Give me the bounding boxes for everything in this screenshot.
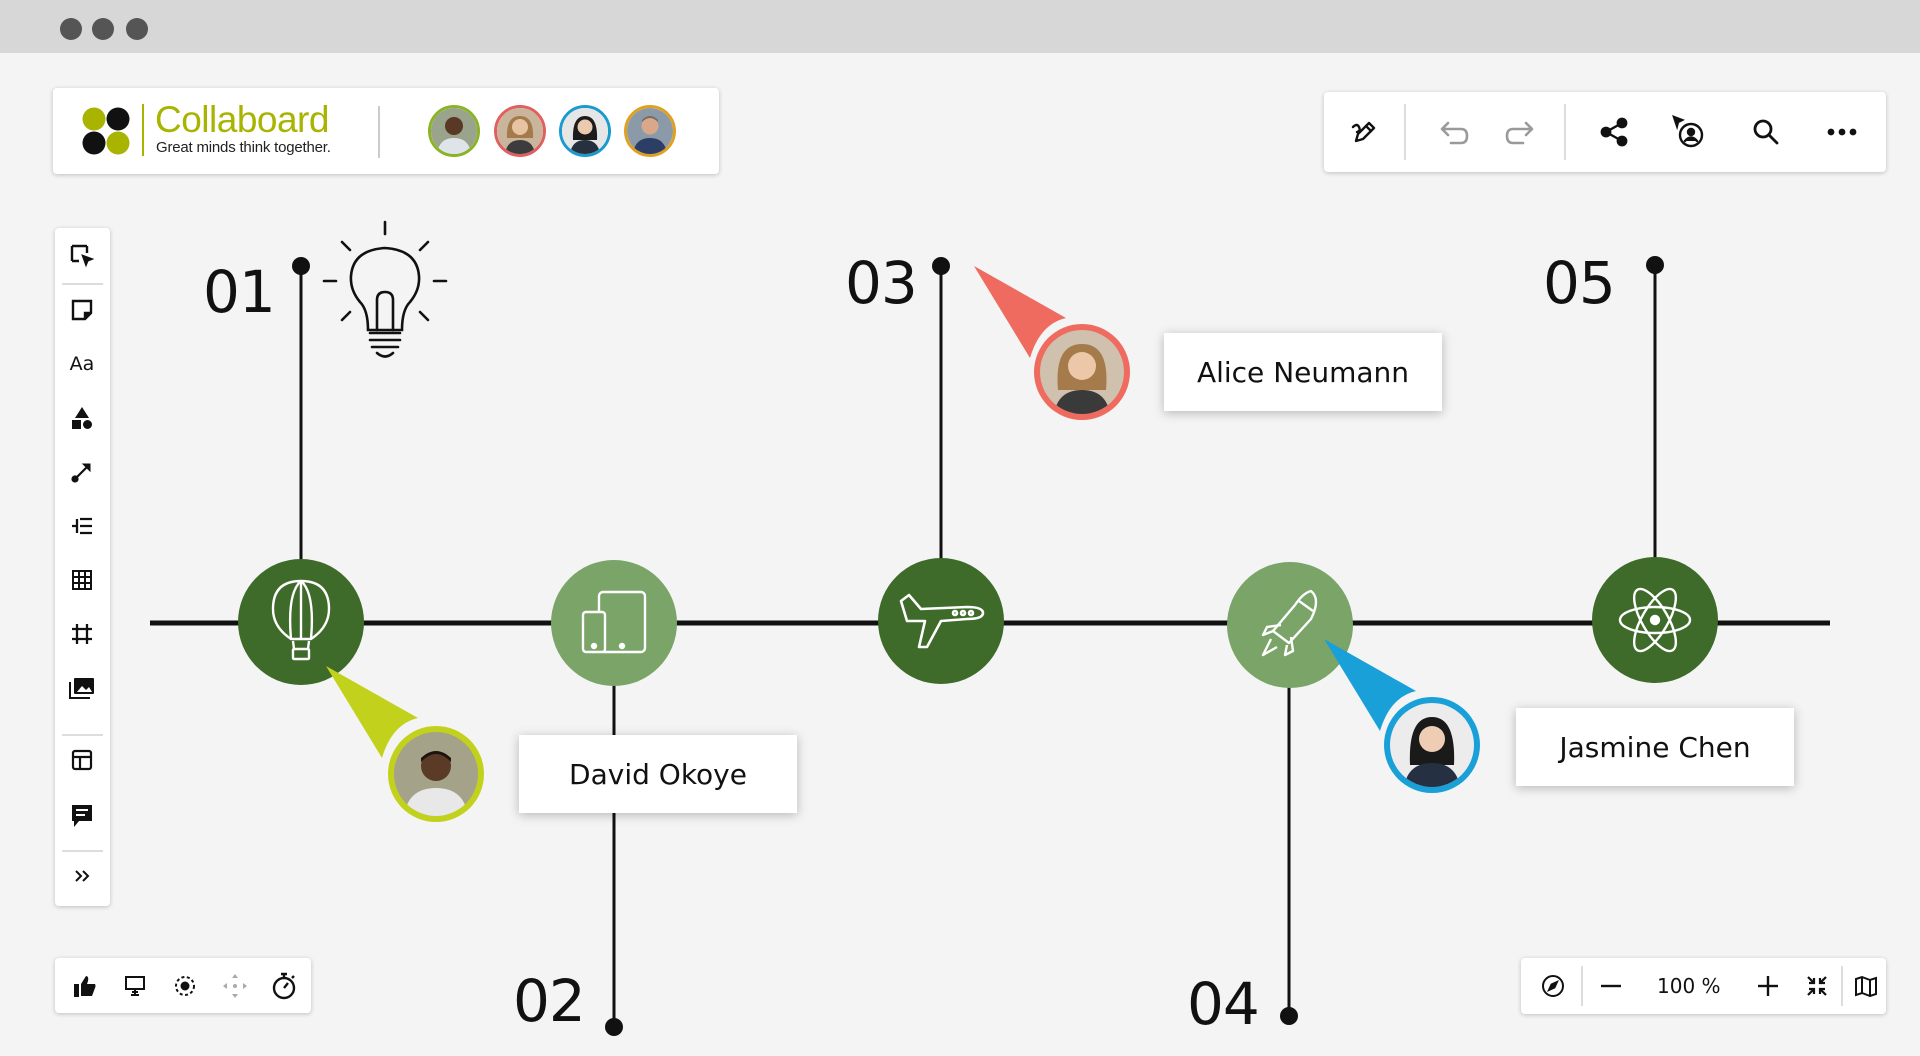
edit-icon[interactable] (1344, 112, 1384, 152)
search-icon[interactable] (1746, 112, 1786, 152)
window-dot-minimize[interactable] (92, 18, 114, 40)
window-titlebar (0, 0, 1920, 53)
collaborator-name-card: Alice Neumann (1164, 333, 1442, 411)
move-icon[interactable] (215, 966, 255, 1006)
window-dot-maximize[interactable] (126, 18, 148, 40)
follow-presenter-icon[interactable] (1669, 112, 1709, 152)
zoom-out-icon[interactable] (1591, 966, 1631, 1006)
comment-icon[interactable] (62, 798, 102, 834)
zoom-toolbar: 100 % (1521, 958, 1886, 1014)
window-dot-close[interactable] (60, 18, 82, 40)
collaborator-name: Alice Neumann (1196, 355, 1410, 389)
map-icon[interactable] (1846, 966, 1886, 1006)
step-number: 05 (1543, 249, 1616, 317)
undo-icon[interactable] (1432, 112, 1472, 152)
timeline-step-airplane[interactable] (878, 558, 1004, 684)
zoom-level: 100 % (1657, 974, 1721, 998)
header-brand-panel: Collaboard Great minds think together. (53, 88, 719, 174)
mindmap-icon[interactable] (62, 508, 102, 544)
shapes-icon[interactable] (62, 400, 102, 436)
collaborator-name-card: Jasmine Chen (1516, 708, 1794, 786)
atom-icon (1618, 587, 1692, 653)
left-toolbar-divider (62, 734, 103, 736)
brand-tagline: Great minds think together. (156, 139, 331, 156)
rocket-icon (1261, 589, 1318, 657)
sticky-note-icon[interactable] (62, 292, 102, 328)
step-number: 02 (513, 967, 586, 1035)
zoom-divider (1841, 966, 1843, 1006)
left-toolbar-divider (62, 283, 103, 285)
timeline-step-atom[interactable] (1592, 557, 1718, 683)
table-icon[interactable] (62, 562, 102, 598)
connector-icon[interactable] (62, 454, 102, 490)
avatar (1040, 330, 1124, 414)
collaborator-name: David Okoye (569, 757, 747, 791)
left-toolbar: Aa (55, 228, 110, 906)
collaborator-avatar[interactable] (559, 105, 611, 157)
more-icon[interactable] (1822, 112, 1862, 152)
devices-icon (581, 590, 647, 654)
timeline-step-devices[interactable] (551, 560, 677, 686)
lightbulb-icon (322, 220, 448, 358)
text-tool-icon[interactable]: Aa (62, 346, 102, 382)
collaboard-logo-icon (82, 107, 130, 155)
cursor-avatar-david (388, 726, 484, 822)
avatar (394, 732, 478, 816)
airplane-icon (899, 593, 985, 649)
media-icon[interactable] (62, 670, 102, 706)
step-number: 04 (1187, 970, 1260, 1038)
collaborator-name: Jasmine Chen (1559, 730, 1751, 764)
top-toolbar (1324, 92, 1886, 172)
cursor-avatar-jasmine (1384, 697, 1480, 793)
expand-icon[interactable] (62, 858, 102, 894)
avatar (1390, 703, 1474, 787)
brand-divider (142, 104, 144, 156)
like-icon[interactable] (65, 966, 105, 1006)
collaborator-avatar[interactable] (494, 105, 546, 157)
header-divider (378, 106, 380, 158)
timer-icon[interactable] (264, 966, 304, 1006)
zoom-divider (1581, 966, 1583, 1006)
template-icon[interactable] (62, 742, 102, 778)
balloon-icon (271, 579, 331, 661)
collaborator-avatar[interactable] (428, 105, 480, 157)
frame-icon[interactable] (62, 616, 102, 652)
collaborator-name-card: David Okoye (519, 735, 797, 813)
target-icon[interactable] (165, 966, 205, 1006)
brand-name: Collaboard (155, 99, 329, 140)
redo-icon[interactable] (1502, 112, 1542, 152)
zoom-in-icon[interactable] (1748, 966, 1788, 1006)
presentation-icon[interactable] (115, 966, 155, 1006)
toolbar-divider (1564, 104, 1566, 160)
share-icon[interactable] (1594, 112, 1634, 152)
step-number: 03 (845, 249, 918, 317)
bottom-left-toolbar (55, 958, 311, 1013)
step-number: 01 (203, 258, 276, 326)
left-toolbar-divider (62, 850, 103, 852)
cursor-avatar-alice (1034, 324, 1130, 420)
toolbar-divider (1404, 104, 1406, 160)
fit-to-screen-icon[interactable] (1797, 966, 1837, 1006)
collaborator-avatar[interactable] (624, 105, 676, 157)
navigator-icon[interactable] (1533, 966, 1573, 1006)
select-tool-icon[interactable] (62, 238, 102, 274)
